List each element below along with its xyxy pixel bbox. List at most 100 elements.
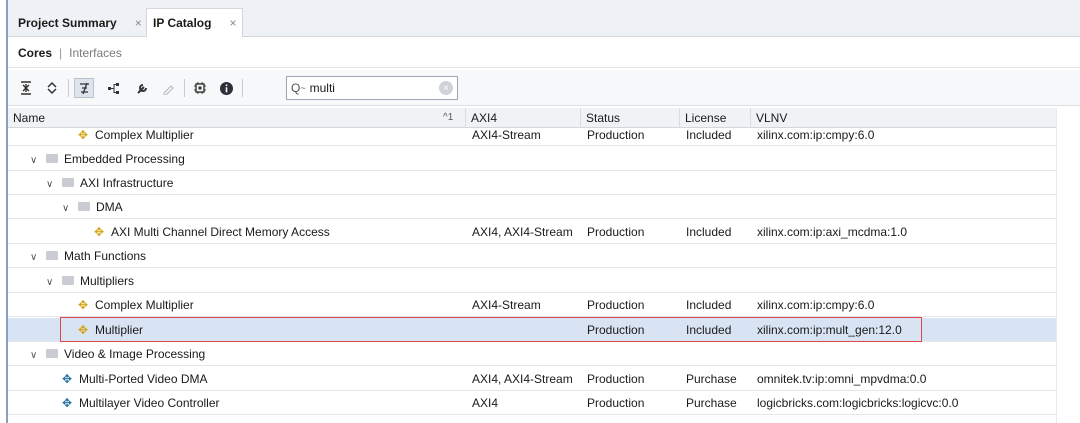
table-row[interactable]: ✥ Multi-Ported Video DMA AXI4, AXI4-Strea…: [8, 367, 1056, 391]
interfaces-link[interactable]: Interfaces: [69, 46, 122, 60]
vertical-scrollbar[interactable]: [1056, 108, 1080, 423]
tree-folder-row[interactable]: ∨ AXI Infrastructure: [8, 171, 1056, 195]
chevron-down-icon[interactable]: ∨: [46, 271, 58, 295]
status-cell: Production: [587, 128, 645, 142]
search-options-icon[interactable]: ~: [300, 83, 305, 93]
info-icon[interactable]: [216, 78, 236, 98]
tree-folder-row[interactable]: ∨ DMA: [8, 195, 1056, 219]
ip-name: AXI Multi Channel Direct Memory Access: [111, 225, 330, 239]
name-cell: ∨ Multipliers: [46, 269, 134, 293]
tab-ip-catalog[interactable]: IP Catalog ×: [146, 8, 244, 37]
folder-icon: [46, 154, 58, 164]
tab-bar: Project Summary × IP Catalog ×: [8, 0, 1080, 37]
vlnv-cell: omnitek.tv:ip:omni_mpvdma:0.0: [757, 372, 927, 386]
chevron-down-icon[interactable]: ∨: [30, 344, 42, 368]
status-cell: Production: [587, 225, 645, 239]
axi4-cell: AXI4: [472, 396, 499, 410]
column-label: Name: [13, 111, 46, 125]
ip-name: Complex Multiplier: [95, 128, 194, 142]
ip-core-icon: ✥: [62, 396, 73, 410]
edit-ip-icon[interactable]: [158, 78, 178, 98]
ip-core-icon: ✥: [62, 372, 73, 386]
folder-name: Video & Image Processing: [64, 347, 206, 361]
search-icon: Q: [291, 81, 301, 95]
collapse-all-icon[interactable]: [16, 78, 36, 98]
expand-all-icon[interactable]: [42, 78, 62, 98]
folder-icon: [62, 276, 74, 286]
name-cell: ∨ DMA: [62, 195, 123, 219]
folder-name: Multipliers: [80, 274, 135, 288]
name-cell: ∨ Video & Image Processing: [30, 342, 205, 366]
toolbar-separator: [242, 79, 243, 97]
vlnv-cell: xilinx.com:ip:cmpy:6.0: [757, 128, 875, 142]
status-cell: Production: [587, 372, 645, 386]
table-row[interactable]: ✥ Complex Multiplier AXI4-Stream Producti…: [8, 293, 1056, 317]
axi4-cell: AXI4-Stream: [472, 298, 541, 312]
ip-name: Multi-Ported Video DMA: [79, 372, 208, 386]
name-cell: ∨ AXI Infrastructure: [46, 171, 173, 195]
axi4-cell: AXI4-Stream: [472, 128, 541, 142]
close-icon[interactable]: ×: [135, 16, 142, 30]
axi4-cell: AXI4, AXI4-Stream: [472, 225, 573, 239]
tree-folder-row[interactable]: ∨ Embedded Processing: [8, 147, 1056, 171]
chevron-down-icon[interactable]: ∨: [62, 197, 74, 221]
table-row-selected[interactable]: ✥ Multiplier Production Included xilinx.c…: [8, 318, 1056, 342]
tree-folder-row[interactable]: ∨ Video & Image Processing: [8, 342, 1056, 366]
status-cell: Production: [587, 298, 645, 312]
license-cell: Purchase: [686, 372, 737, 386]
name-cell: ✥ Complex Multiplier: [78, 293, 194, 317]
tab-label: Project Summary: [18, 15, 117, 30]
tab-label: IP Catalog: [153, 16, 212, 30]
chip-icon[interactable]: [190, 78, 210, 98]
table-row[interactable]: ✥ AXI Multi Channel Direct Memory Access …: [8, 220, 1056, 244]
toolbar-separator: [184, 79, 185, 97]
folder-name: DMA: [96, 200, 123, 214]
folder-name: AXI Infrastructure: [80, 176, 174, 190]
clear-search-icon[interactable]: ×: [439, 81, 453, 95]
customize-ip-icon[interactable]: [132, 78, 152, 98]
folder-icon: [62, 178, 74, 188]
hierarchy-icon[interactable]: [104, 78, 124, 98]
status-cell: Production: [587, 323, 645, 337]
search-input[interactable]: Q ~ multi ×: [286, 76, 458, 100]
close-icon[interactable]: ×: [229, 16, 236, 30]
tree-folder-row[interactable]: ∨ Multipliers: [8, 269, 1056, 293]
ip-name: Complex Multiplier: [95, 298, 194, 312]
name-cell: ✥ AXI Multi Channel Direct Memory Access: [94, 220, 330, 244]
license-cell: Included: [686, 298, 732, 312]
filter-icon[interactable]: [74, 78, 94, 98]
view-switcher: Cores | Interfaces: [8, 38, 1080, 68]
separator: |: [59, 45, 63, 60]
name-cell: ∨ Embedded Processing: [30, 147, 185, 171]
cores-link[interactable]: Cores: [18, 46, 52, 60]
ip-core-icon: ✥: [94, 225, 105, 239]
vlnv-cell: xilinx.com:ip:cmpy:6.0: [757, 298, 875, 312]
chevron-down-icon[interactable]: ∨: [30, 246, 42, 270]
name-cell: ∨ Math Functions: [30, 244, 146, 268]
ip-core-icon: ✥: [78, 298, 89, 312]
license-cell: Included: [686, 128, 732, 142]
tab-project-summary[interactable]: Project Summary ×: [12, 8, 148, 37]
axi4-cell: AXI4, AXI4-Stream: [472, 372, 573, 386]
table-row[interactable]: ✥ Multilayer Video Controller AXI4 Produc…: [8, 391, 1056, 415]
folder-name: Math Functions: [64, 249, 147, 263]
ip-name: Multiplier: [95, 323, 144, 337]
license-cell: Purchase: [686, 396, 737, 410]
license-cell: Included: [686, 225, 732, 239]
ip-name: Multilayer Video Controller: [79, 396, 220, 410]
vlnv-cell: xilinx.com:ip:mult_gen:12.0: [757, 323, 902, 337]
ip-catalog-window: Project Summary × IP Catalog × Cores | I…: [6, 0, 1080, 423]
license-cell: Included: [686, 323, 732, 337]
table-row[interactable]: ✥ Complex Multiplier AXI4-Stream Producti…: [8, 124, 1056, 146]
search-value[interactable]: multi: [310, 81, 439, 95]
name-cell: ✥ Multilayer Video Controller: [62, 391, 220, 415]
name-cell: ✥ Multiplier: [78, 318, 143, 342]
chevron-down-icon[interactable]: ∨: [30, 149, 42, 173]
name-cell: ✥ Complex Multiplier: [78, 124, 194, 146]
chevron-down-icon[interactable]: ∨: [46, 173, 58, 197]
toolbar: Q ~ multi ×: [8, 70, 1080, 106]
ip-core-icon: ✥: [78, 323, 89, 337]
tree-folder-row[interactable]: ∨ Math Functions: [8, 244, 1056, 268]
status-cell: Production: [587, 396, 645, 410]
toolbar-separator: [68, 79, 69, 97]
